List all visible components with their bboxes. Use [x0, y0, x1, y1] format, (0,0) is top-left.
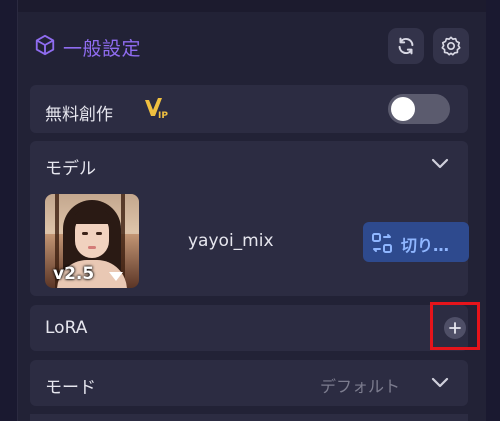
switch-model-button[interactable]: 切り… — [363, 222, 469, 262]
panel-header: 一般設定 — [30, 26, 470, 66]
model-thumbnail[interactable]: v2.5 — [45, 194, 139, 288]
mode-section[interactable]: モード デフォルト — [30, 360, 468, 406]
free-creation-label: 無料創作 — [45, 105, 113, 125]
version-dropdown-icon[interactable] — [109, 272, 123, 281]
mode-value: デフォルト — [320, 377, 401, 396]
highlight-box — [430, 302, 480, 350]
chevron-down-icon[interactable] — [431, 377, 449, 389]
model-label: モデル — [45, 159, 96, 179]
free-creation-row: 無料創作 IP — [30, 85, 468, 133]
vip-badge-icon: IP — [145, 98, 168, 121]
refresh-button[interactable] — [388, 28, 424, 64]
model-version: v2.5 — [53, 264, 95, 284]
refresh-icon — [398, 37, 414, 55]
model-name: yayoi_mix — [188, 231, 274, 251]
free-creation-toggle[interactable] — [388, 94, 450, 124]
settings-panel: 一般設定 無料創作 IP モデル v2.5 yayoi_mix 切り… LoRA… — [17, 0, 486, 421]
lora-label: LoRA — [45, 318, 88, 338]
gear-icon — [441, 36, 461, 56]
swap-icon — [372, 233, 392, 253]
mode-label: モード — [45, 378, 96, 398]
page-title: 一般設定 — [63, 38, 142, 60]
settings-button[interactable] — [433, 28, 469, 64]
next-section-edge — [30, 414, 468, 421]
chevron-down-icon[interactable] — [431, 158, 449, 170]
app-frame: 一般設定 無料創作 IP モデル v2.5 yayoi_mix 切り… LoRA… — [0, 0, 500, 421]
lora-section: LoRA — [30, 305, 468, 351]
switch-model-label: 切り… — [401, 236, 450, 255]
model-section: モデル v2.5 yayoi_mix 切り… — [30, 141, 469, 296]
svg-text:IP: IP — [158, 111, 168, 121]
cube-icon — [35, 34, 55, 56]
toggle-knob — [391, 97, 415, 121]
top-strip — [18, 0, 486, 12]
